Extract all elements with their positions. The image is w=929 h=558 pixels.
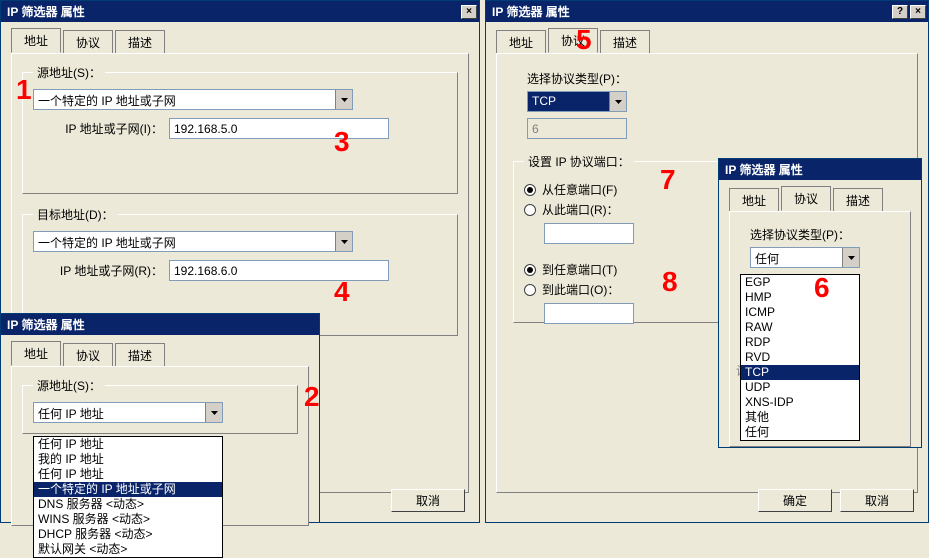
title-text: IP 筛选器 属性 (7, 316, 317, 333)
combo-protocol-value: TCP (528, 92, 609, 111)
group-source-legend: 源地址(S)： (33, 377, 105, 394)
combo-option[interactable]: 默认网关 <动态> (34, 542, 222, 557)
tabstrip: 地址 协议 描述 (496, 28, 918, 54)
label-source-ip: IP 地址或子网(I)： (33, 120, 163, 137)
input-source-ip[interactable] (169, 118, 389, 139)
titlebar[interactable]: IP 筛选器 属性 ? × (486, 1, 928, 22)
combo-option[interactable]: RVD (741, 350, 859, 365)
combo-protocol-dropdown[interactable]: EGPHMPICMPRAWRDPRVDTCPUDPXNS-IDP其他任何 (740, 274, 860, 441)
radio-dot (524, 284, 536, 296)
combo-dest-address[interactable]: 一个特定的 IP 地址或子网 (33, 231, 353, 252)
tab-protocol[interactable]: 协议 (63, 30, 113, 55)
combo-option[interactable]: UDP (741, 380, 859, 395)
dialog-ip-filter-addr-dropdown: IP 筛选器 属性 地址 协议 描述 源地址(S)： 任何 IP 地址 任何 I… (0, 313, 320, 523)
combo-source-address[interactable]: 一个特定的 IP 地址或子网 (33, 89, 353, 110)
tab-description[interactable]: 描述 (600, 30, 650, 55)
combo-option[interactable]: RAW (741, 320, 859, 335)
combo-dest-value: 一个特定的 IP 地址或子网 (34, 232, 335, 251)
titlebar[interactable]: IP 筛选器 属性 (1, 314, 319, 335)
combo-option[interactable]: DHCP 服务器 <动态> (34, 527, 222, 542)
title-text: IP 筛选器 属性 (7, 3, 459, 20)
tab-address[interactable]: 地址 (11, 341, 61, 366)
tab-description[interactable]: 描述 (833, 188, 883, 213)
group-source-address: 源地址(S)： 任何 IP 地址 任何 IP 地址我的 IP 地址任何 IP 地… (22, 377, 298, 434)
combo-source-value: 一个特定的 IP 地址或子网 (34, 90, 335, 109)
radio-dot (524, 184, 536, 196)
combo-option[interactable]: RDP (741, 335, 859, 350)
tab-protocol[interactable]: 协议 (63, 343, 113, 368)
tabstrip: 地址 协议 描述 (729, 186, 911, 212)
radio-from-this[interactable]: 从此端口(R)： (524, 201, 712, 218)
tab-description[interactable]: 描述 (115, 343, 165, 368)
label-protocol-type: 选择协议类型(P)： (750, 226, 900, 243)
chevron-down-icon[interactable] (335, 90, 352, 109)
input-to-port[interactable] (544, 303, 634, 324)
tab-protocol[interactable]: 协议 (781, 186, 831, 211)
combo-protocol-value: 任何 (751, 248, 842, 267)
label-protocol-type: 选择协议类型(P)： (527, 70, 907, 87)
close-icon[interactable]: × (910, 5, 926, 19)
tab-address[interactable]: 地址 (11, 28, 61, 53)
group-source-address: 源地址(S)： 一个特定的 IP 地址或子网 IP 地址或子网(I)： (22, 64, 458, 194)
combo-option[interactable]: XNS-IDP (741, 395, 859, 410)
ok-button[interactable]: 确定 (758, 489, 832, 512)
combo-option[interactable]: 一个特定的 IP 地址或子网 (34, 482, 222, 497)
chevron-down-icon[interactable] (335, 232, 352, 251)
close-icon[interactable]: × (461, 5, 477, 19)
title-text: IP 筛选器 属性 (725, 161, 919, 178)
chevron-down-icon[interactable] (609, 92, 626, 111)
group-dest-legend: 目标地址(D)： (33, 206, 118, 223)
chevron-down-icon[interactable] (842, 248, 859, 267)
combo-option[interactable]: 其他 (741, 410, 859, 425)
radio-to-any[interactable]: 到任意端口(T) (524, 261, 712, 278)
titlebar[interactable]: IP 筛选器 属性 × (1, 1, 479, 22)
tabstrip: 地址 协议 描述 (11, 341, 309, 367)
tab-address[interactable]: 地址 (496, 30, 546, 55)
input-protocol-number (527, 118, 627, 139)
cancel-button[interactable]: 取消 (840, 489, 914, 512)
combo-protocol-type[interactable]: TCP (527, 91, 627, 112)
tabstrip: 地址 协议 描述 (11, 28, 469, 54)
combo-option[interactable]: EGP (741, 275, 859, 290)
tab-description[interactable]: 描述 (115, 30, 165, 55)
combo-option[interactable]: 任何 (741, 425, 859, 440)
combo-source-value: 任何 IP 地址 (34, 403, 205, 422)
group-ports-legend: 设置 IP 协议端口： (524, 153, 634, 170)
radio-dot (524, 204, 536, 216)
combo-option[interactable]: 任何 IP 地址 (34, 467, 222, 482)
label-dest-ip: IP 地址或子网(R)： (33, 262, 163, 279)
chevron-down-icon[interactable] (205, 403, 222, 422)
radio-from-any[interactable]: 从任意端口(F) (524, 181, 712, 198)
combo-option[interactable]: 我的 IP 地址 (34, 452, 222, 467)
combo-option[interactable]: 任何 IP 地址 (34, 437, 222, 452)
radio-to-this[interactable]: 到此端口(O)： (524, 281, 712, 298)
tab-protocol[interactable]: 协议 (548, 28, 598, 53)
group-ports: 设置 IP 协议端口： 从任意端口(F) 从此端口(R)： 到任意端口(T) 到… (513, 153, 723, 323)
combo-source-address[interactable]: 任何 IP 地址 (33, 402, 223, 423)
combo-option[interactable]: TCP (741, 365, 859, 380)
tab-address[interactable]: 地址 (729, 188, 779, 213)
input-from-port[interactable] (544, 223, 634, 244)
radio-dot (524, 264, 536, 276)
title-text: IP 筛选器 属性 (492, 3, 890, 20)
combo-option[interactable]: WINS 服务器 <动态> (34, 512, 222, 527)
input-dest-ip[interactable] (169, 260, 389, 281)
dialog-ip-filter-proto-dropdown: IP 筛选器 属性 地址 协议 描述 选择协议类型(P)： 任何 EGPHMPI… (718, 158, 922, 448)
combo-option[interactable]: HMP (741, 290, 859, 305)
combo-protocol-type[interactable]: 任何 (750, 247, 860, 268)
group-source-legend: 源地址(S)： (33, 64, 105, 81)
cancel-button[interactable]: 取消 (391, 489, 465, 512)
titlebar[interactable]: IP 筛选器 属性 (719, 159, 921, 180)
combo-option[interactable]: DNS 服务器 <动态> (34, 497, 222, 512)
help-icon[interactable]: ? (892, 5, 908, 19)
combo-source-dropdown[interactable]: 任何 IP 地址我的 IP 地址任何 IP 地址一个特定的 IP 地址或子网DN… (33, 436, 223, 558)
combo-option[interactable]: ICMP (741, 305, 859, 320)
